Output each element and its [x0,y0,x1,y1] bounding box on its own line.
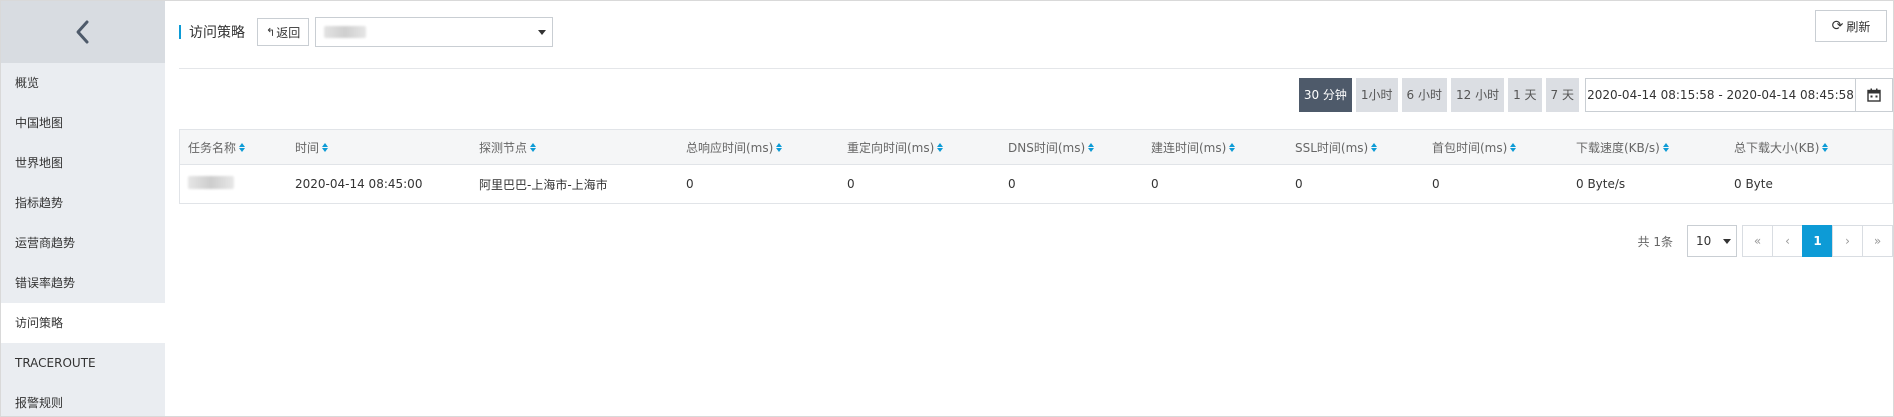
col-label: 任务名称 [188,140,237,155]
sidebar: 概览 中国地图 世界地图 指标趋势 运营商趋势 错误率趋势 访问策略 TRACE… [1,1,165,416]
date-range-input[interactable]: 2020-04-14 08:15:58 - 2020-04-14 08:45:5… [1585,78,1855,112]
cell-ssl-time: 0 [1295,177,1303,191]
back-button[interactable]: ↰ 返回 [257,18,310,46]
range-1d-button[interactable]: 1 天 [1508,78,1542,112]
col-label: 时间 [295,140,320,155]
col-header-probe-node[interactable]: 探测节点 [471,139,678,156]
sidebar-collapse-button[interactable] [1,1,165,63]
cell-dns-time: 0 [1008,177,1016,191]
results-table: 任务名称 时间 探测节点 总响应时间(ms) 重定向时间(ms) DNS时间(m… [179,129,1893,204]
col-header-total-response[interactable]: 总响应时间(ms) [678,139,839,156]
page-1-button[interactable]: 1 [1802,225,1833,257]
range-6h-button[interactable]: 6 小时 [1401,78,1447,112]
col-label: DNS时间(ms) [1008,140,1086,155]
title-bar: 访问策略 ↰ 返回 [179,17,554,47]
col-label: 建连时间(ms) [1151,140,1227,155]
total-count: 共 1条 [1637,234,1673,249]
range-12h-button[interactable]: 12 小时 [1451,78,1505,112]
col-label: 总下载大小(KB) [1734,140,1820,155]
sidebar-item-world-map[interactable]: 世界地图 [1,143,165,183]
cell-task-name [180,176,287,192]
cell-total-response: 0 [686,177,694,191]
cell-redirect-time: 0 [847,177,855,191]
cell-download-size: 0 Byte [1734,177,1773,191]
last-page-button[interactable]: » [1862,225,1893,257]
first-page-button[interactable]: « [1742,225,1773,257]
sidebar-item-alert-rules[interactable]: 报警规则 [1,383,165,417]
caret-down-icon [538,30,547,35]
col-label: SSL时间(ms) [1295,140,1369,155]
sort-icon [1822,142,1829,153]
pagination: 共 1条 10 « ‹ 1 › » [1638,225,1893,257]
sort-icon [1662,142,1670,153]
prev-page-button[interactable]: ‹ [1772,225,1803,257]
refresh-icon: ⟳ [1831,18,1844,34]
sort-icon [1088,142,1095,153]
sort-icon [322,142,329,153]
page-size-value: 10 [1696,234,1712,248]
sort-icon [1229,142,1236,153]
table-row: 2020-04-14 08:45:00 阿里巴巴-上海市-上海市 0 0 0 0… [180,165,1892,203]
range-7d-button[interactable]: 7 天 [1545,78,1579,112]
caret-down-icon [1723,239,1731,244]
page-size-select[interactable]: 10 [1687,225,1737,257]
time-range-bar: 30 分钟 1小时 6 小时 12 小时 1 天 7 天 2020-04-14 … [1295,77,1893,113]
col-header-connect-time[interactable]: 建连时间(ms) [1143,139,1287,156]
col-header-download-size[interactable]: 总下载大小(KB) [1726,139,1892,156]
refresh-button-label: 刷新 [1846,19,1871,34]
sidebar-item-isp-trend[interactable]: 运营商趋势 [1,223,165,263]
col-header-ssl-time[interactable]: SSL时间(ms) [1287,139,1424,156]
sidebar-item-overview[interactable]: 概览 [1,63,165,103]
col-label: 首包时间(ms) [1432,140,1508,155]
range-1h-button[interactable]: 1小时 [1355,78,1398,112]
sort-icon [776,142,783,153]
page-title: 访问策略 [189,25,245,41]
sort-icon [239,142,246,153]
col-header-download-speed[interactable]: 下载速度(KB/s) [1568,139,1726,156]
calendar-icon [1867,88,1881,102]
col-header-time[interactable]: 时间 [287,139,471,156]
main-content: 访问策略 ↰ 返回 ⟳ 刷新 30 分钟 1小时 6 小时 12 小时 1 天 … [165,1,1893,416]
sidebar-item-access-policy[interactable]: 访问策略 [1,303,165,343]
col-label: 下载速度(KB/s) [1576,140,1660,155]
back-arrow-icon: ↰ [266,25,276,39]
sort-icon [937,142,944,153]
col-header-first-byte[interactable]: 首包时间(ms) [1424,139,1568,156]
refresh-button[interactable]: ⟳ 刷新 [1815,10,1887,42]
sidebar-item-metric-trend[interactable]: 指标趋势 [1,183,165,223]
chevron-left-icon [76,20,89,44]
sort-icon [1510,142,1517,153]
col-label: 重定向时间(ms) [847,140,935,155]
sort-icon [1371,142,1378,153]
header-divider [179,68,1893,69]
cell-time: 2020-04-14 08:45:00 [295,177,423,191]
cell-connect-time: 0 [1151,177,1159,191]
cell-first-byte: 0 [1432,177,1440,191]
back-button-label: 返回 [276,25,301,40]
col-header-task-name[interactable]: 任务名称 [180,139,287,156]
table-header: 任务名称 时间 探测节点 总响应时间(ms) 重定向时间(ms) DNS时间(m… [180,130,1892,165]
sort-icon [530,142,537,153]
col-label: 探测节点 [479,140,528,155]
task-select[interactable] [315,17,554,47]
task-select-value-redacted [324,26,367,38]
sidebar-item-traceroute[interactable]: TRACEROUTE [1,343,165,383]
next-page-button[interactable]: › [1832,225,1863,257]
cell-download-speed: 0 Byte/s [1576,177,1626,191]
col-header-dns-time[interactable]: DNS时间(ms) [1000,139,1143,156]
sidebar-item-error-trend[interactable]: 错误率趋势 [1,263,165,303]
title-accent-bar [179,25,181,39]
task-name-redacted [188,176,234,189]
col-header-redirect-time[interactable]: 重定向时间(ms) [839,139,1000,156]
calendar-button[interactable] [1855,78,1893,112]
col-label: 总响应时间(ms) [686,140,774,155]
range-30min-button[interactable]: 30 分钟 [1298,78,1352,112]
sidebar-item-china-map[interactable]: 中国地图 [1,103,165,143]
cell-probe-node: 阿里巴巴-上海市-上海市 [479,177,608,192]
